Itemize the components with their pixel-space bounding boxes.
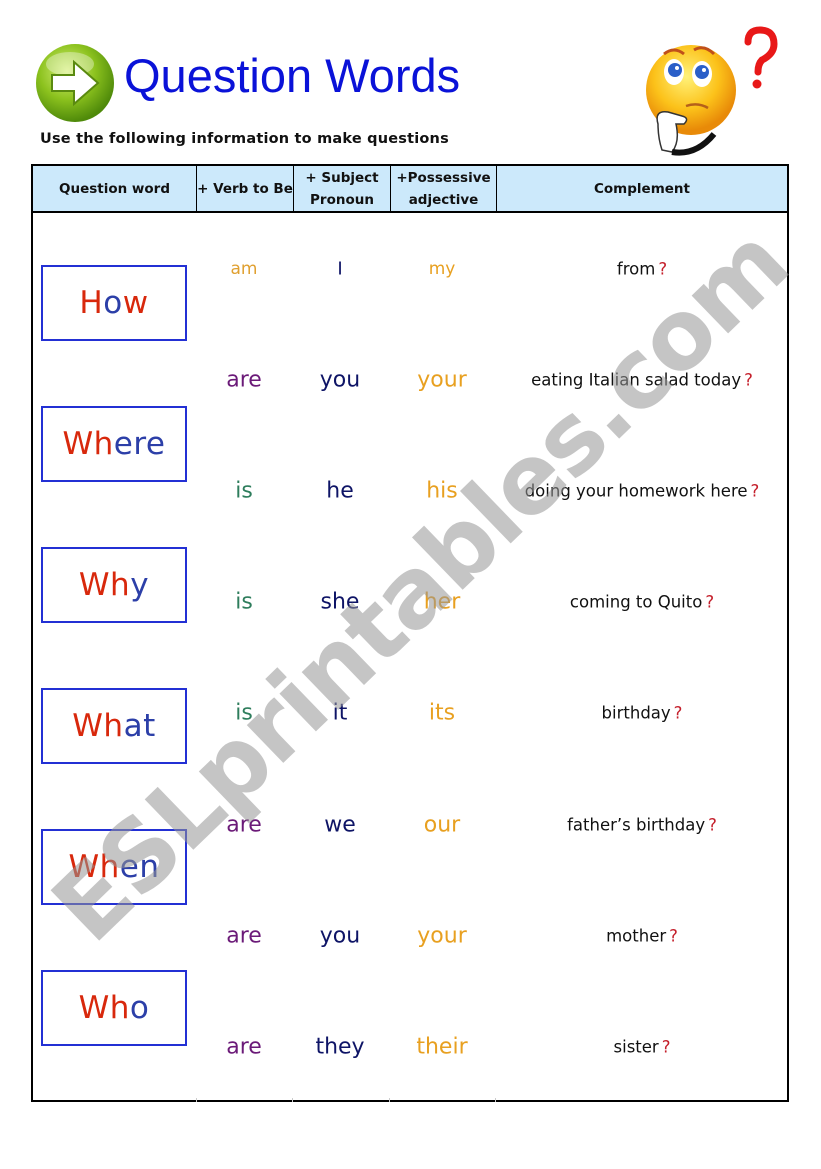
question-mark: ? bbox=[750, 481, 760, 501]
possessive-adjective-cell: your bbox=[417, 367, 467, 393]
verb-to-be-cell: am bbox=[230, 259, 258, 279]
question-word-letters: Wh bbox=[62, 426, 114, 462]
column-divider-tick bbox=[196, 1098, 197, 1102]
green-arrow-logo-icon bbox=[34, 42, 116, 124]
column-header-possessive-adjective: +Possessive adjective bbox=[390, 166, 496, 211]
question-word-letters: en bbox=[119, 849, 160, 885]
possessive-adjective-cell: her bbox=[423, 589, 461, 615]
possessive-adjective-cell: your bbox=[417, 923, 467, 949]
question-word-letters: H bbox=[79, 285, 104, 321]
question-word-letters: ere bbox=[113, 426, 166, 462]
question-word-letters: at bbox=[123, 708, 156, 744]
verb-to-be-cell: is bbox=[235, 589, 253, 615]
subject-pronoun-cell: you bbox=[319, 367, 361, 393]
verb-to-be-cell: are bbox=[226, 1034, 262, 1060]
subject-pronoun-cell: they bbox=[315, 1034, 365, 1060]
question-word-box-when: Wh en bbox=[41, 829, 187, 905]
subject-pronoun-cell: it bbox=[332, 700, 348, 726]
complement-cell: eating Italian salad today? bbox=[531, 371, 753, 390]
complement-text: from bbox=[616, 259, 656, 279]
subject-pronoun-cell: I bbox=[337, 258, 343, 280]
possessive-adjective-cell: my bbox=[428, 259, 456, 279]
question-mark: ? bbox=[658, 259, 668, 279]
complement-text: doing your homework here bbox=[524, 481, 748, 501]
question-word-box-where: Wh ere bbox=[41, 406, 187, 482]
question-word-letters: y bbox=[130, 567, 150, 603]
question-mark: ? bbox=[708, 815, 717, 835]
possessive-adjective-cell: his bbox=[426, 478, 458, 504]
question-mark: ? bbox=[669, 926, 678, 946]
question-word-letters: o bbox=[103, 285, 123, 321]
verb-to-be-cell: is bbox=[235, 700, 253, 726]
complement-text: birthday bbox=[601, 703, 671, 723]
complement-cell: father’s birthday? bbox=[567, 816, 717, 835]
question-word-letters: w bbox=[122, 285, 149, 321]
thinking-smiley-icon bbox=[636, 24, 786, 164]
question-word-box-who: Wh o bbox=[41, 970, 187, 1046]
complement-cell: from? bbox=[617, 260, 667, 279]
page-title: Question Words bbox=[124, 49, 461, 102]
question-mark: ? bbox=[661, 1037, 671, 1057]
table-header-row: Question word + Verb to Be + Subject Pro… bbox=[31, 164, 789, 213]
column-header-question-word: Question word bbox=[58, 180, 170, 197]
complement-cell: doing your homework here? bbox=[525, 482, 760, 501]
complement-text: sister bbox=[613, 1037, 659, 1057]
question-word-letters: Wh bbox=[68, 849, 120, 885]
column-header-subject-pronoun: + Subject Pronoun bbox=[293, 166, 390, 211]
complement-text: coming to Quito bbox=[569, 592, 703, 612]
question-mark: ? bbox=[744, 370, 753, 390]
possessive-adjective-cell: its bbox=[428, 700, 456, 726]
column-header-complement: Complement bbox=[496, 166, 787, 211]
subject-pronoun-cell: she bbox=[320, 589, 360, 615]
question-word-box-what: Wh at bbox=[41, 688, 187, 764]
question-mark: ? bbox=[673, 703, 683, 723]
column-divider-tick bbox=[292, 1098, 293, 1102]
instruction-text: Use the following information to make qu… bbox=[40, 131, 449, 147]
verb-to-be-cell: are bbox=[226, 923, 262, 949]
complement-cell: sister? bbox=[614, 1038, 671, 1057]
verb-to-be-cell: is bbox=[235, 478, 253, 504]
verb-to-be-cell: are bbox=[226, 812, 262, 838]
question-word-box-why: Wh y bbox=[41, 547, 187, 623]
complement-text: mother bbox=[606, 926, 667, 946]
subject-pronoun-cell: he bbox=[326, 478, 354, 504]
possessive-adjective-cell: their bbox=[416, 1034, 468, 1060]
column-divider-tick bbox=[495, 1098, 496, 1102]
complement-cell: birthday? bbox=[602, 704, 683, 723]
column-header-verb-to-be: + Verb to Be bbox=[196, 166, 293, 211]
question-word-letters: Wh bbox=[78, 567, 131, 603]
complement-cell: mother? bbox=[606, 927, 678, 946]
question-word-letters: Wh bbox=[78, 990, 130, 1026]
complement-cell: coming to Quito? bbox=[570, 593, 714, 612]
complement-text: eating Italian salad today bbox=[531, 370, 742, 390]
question-word-letters: Wh bbox=[72, 708, 124, 744]
question-word-box-how: How bbox=[41, 265, 187, 341]
complement-text: father’s birthday bbox=[567, 815, 706, 835]
possessive-adjective-cell: our bbox=[423, 812, 461, 838]
question-word-letters: o bbox=[129, 990, 150, 1026]
question-mark: ? bbox=[705, 592, 715, 612]
subject-pronoun-cell: we bbox=[324, 812, 356, 838]
column-divider-tick bbox=[389, 1098, 390, 1102]
subject-pronoun-cell: you bbox=[319, 923, 361, 949]
verb-to-be-cell: are bbox=[226, 367, 262, 393]
